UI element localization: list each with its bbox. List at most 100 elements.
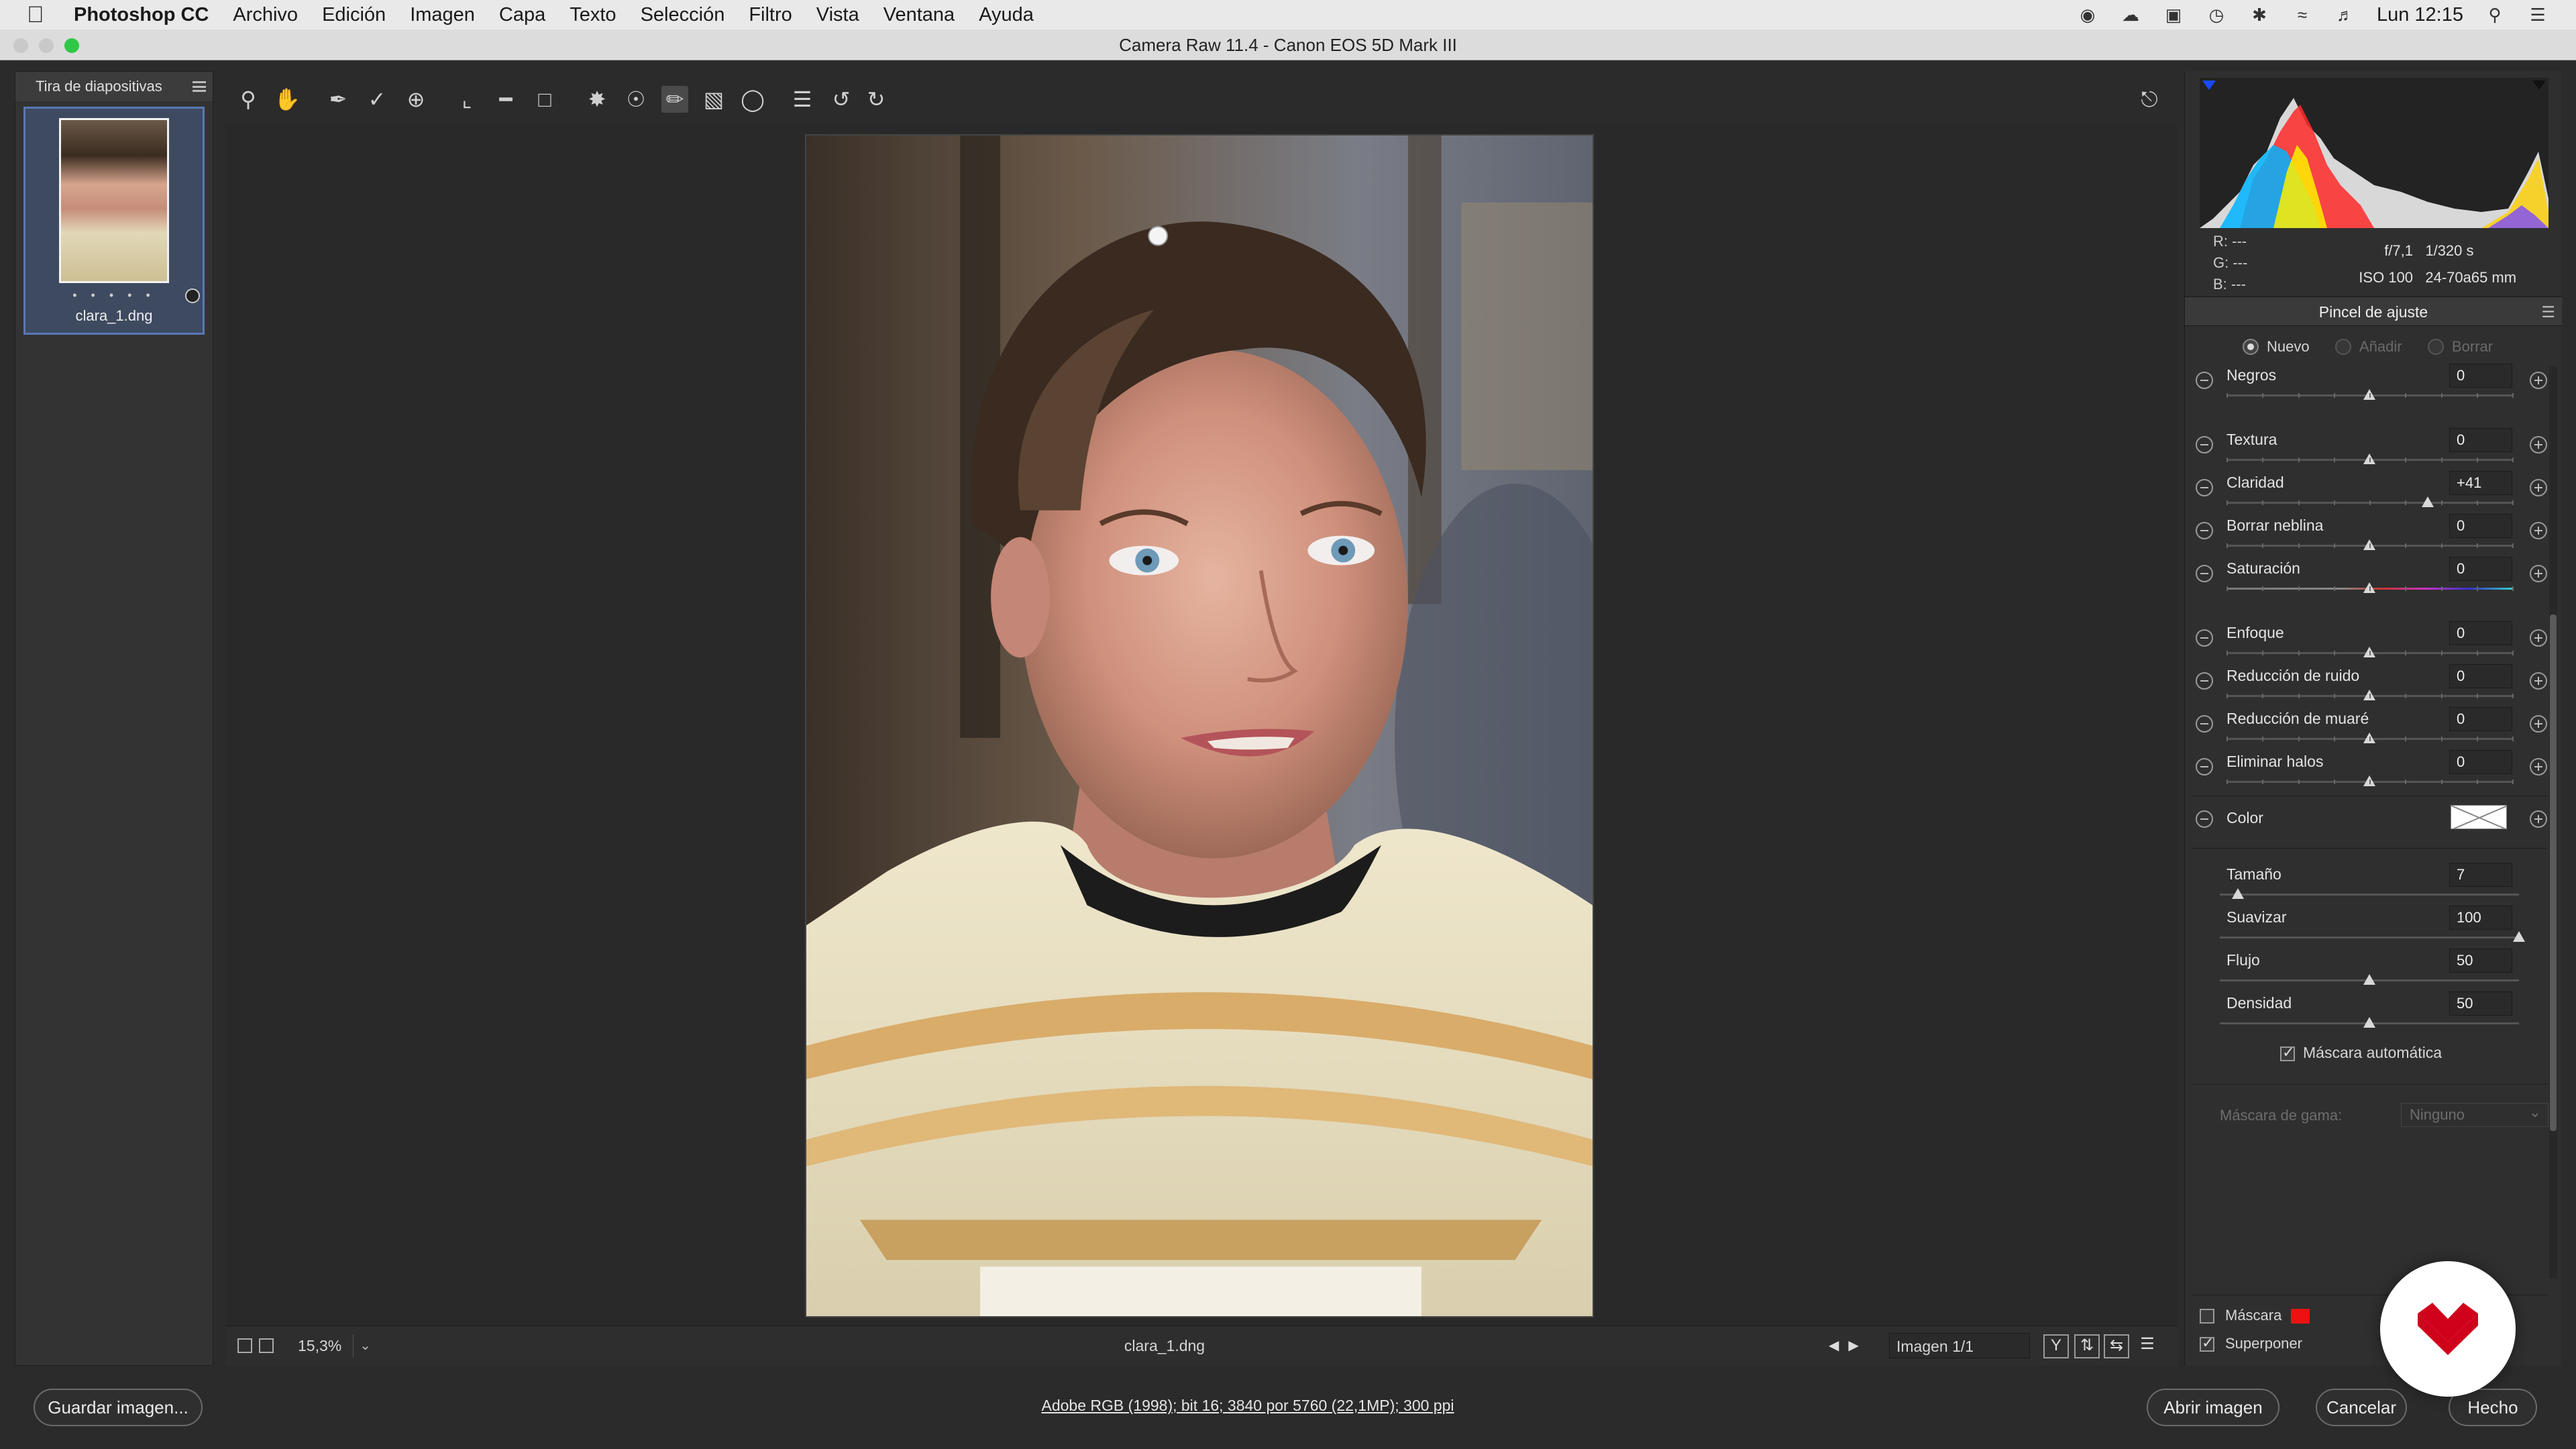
scrollbar-thumb[interactable] (2550, 614, 2557, 1131)
photo-preview[interactable] (805, 134, 1594, 1318)
auto-mask-checkbox[interactable] (2280, 1044, 2295, 1061)
slider-value-field[interactable]: 0 (2449, 750, 2512, 774)
image-preview-canvas[interactable] (225, 125, 2178, 1326)
open-image-button[interactable]: Abrir imagen (2147, 1389, 2279, 1426)
decrease-icon[interactable] (2196, 436, 2213, 453)
mode-new-radio[interactable]: Nuevo (2243, 338, 2310, 356)
spotlight-search-icon[interactable]: ⚲ (2483, 5, 2506, 24)
notification-center-icon[interactable]: ☰ (2526, 5, 2549, 24)
increase-icon[interactable] (2530, 672, 2547, 690)
zoom-tool-icon[interactable]: ⚲ (235, 86, 262, 113)
decrease-icon[interactable] (2196, 672, 2213, 690)
panel-scrollbar[interactable] (2549, 366, 2557, 1279)
image-nav-arrows-icon[interactable]: ◀▶ (1829, 1337, 1868, 1354)
rating-dots[interactable]: • • • • • (25, 288, 203, 303)
menu-imagen[interactable]: Imagen (410, 4, 475, 26)
menubar-clock[interactable]: Lun 12:15 (2377, 4, 2463, 26)
filmstrip-menu-icon[interactable] (193, 81, 206, 92)
decrease-icon[interactable] (2196, 372, 2213, 389)
color-sampler-tool-icon[interactable]: ✓ (364, 86, 390, 113)
decrease-icon[interactable] (2196, 629, 2213, 647)
brush-setting-track[interactable] (2220, 894, 2519, 896)
targeted-adjustment-tool-icon[interactable]: ⊕ (402, 86, 429, 113)
workflow-options-link[interactable]: Adobe RGB (1998); bit 16; 3840 por 5760 … (872, 1397, 1623, 1415)
slider-value-field[interactable]: 0 (2449, 707, 2512, 731)
adjustment-brush-tool-icon[interactable]: ✏ (661, 86, 688, 113)
increase-icon[interactable] (2530, 522, 2547, 539)
spot-removal-tool-icon[interactable]: ✸ (584, 86, 610, 113)
copy-settings-icon[interactable]: ⇆ (2104, 1334, 2129, 1358)
increase-icon[interactable] (2530, 715, 2547, 733)
slider-value-field[interactable]: +41 (2449, 471, 2512, 495)
menu-capa[interactable]: Capa (499, 4, 545, 26)
brush-setting-thumb[interactable] (2513, 931, 2525, 942)
red-eye-tool-icon[interactable]: ☉ (623, 86, 649, 113)
menu-ventana[interactable]: Ventana (883, 4, 955, 26)
menu-texto[interactable]: Texto (570, 4, 616, 26)
menu-archivo[interactable]: Archivo (233, 4, 298, 26)
mask-checkbox[interactable] (2200, 1309, 2214, 1324)
decrease-icon[interactable] (2196, 479, 2213, 496)
brush-setting-value-field[interactable]: 50 (2449, 949, 2512, 973)
filmstrip-thumbnail[interactable]: • • • • • clara_1.dng (23, 107, 205, 335)
mask-color-swatch[interactable] (2291, 1309, 2310, 1324)
decrease-icon[interactable] (2196, 715, 2213, 733)
white-balance-tool-icon[interactable]: ✒ (325, 86, 352, 113)
crop-tool-icon[interactable]: ⌞ (453, 86, 480, 113)
display-icon[interactable]: ▣ (2162, 5, 2185, 24)
color-swatch[interactable] (2451, 805, 2507, 829)
slider-value-field[interactable]: 0 (2449, 428, 2512, 452)
menu-vista[interactable]: Vista (816, 4, 859, 26)
brush-setting-value-field[interactable]: 50 (2449, 991, 2512, 1016)
swap-settings-icon[interactable]: ⇅ (2074, 1334, 2100, 1358)
brush-setting-thumb[interactable] (2363, 974, 2375, 985)
transform-tool-icon[interactable]: □ (531, 86, 558, 113)
increase-icon[interactable] (2530, 372, 2547, 389)
decrease-icon[interactable] (2196, 758, 2213, 775)
radial-filter-tool-icon[interactable]: ◯ (739, 86, 766, 113)
overlay-option[interactable]: Superponer (2200, 1334, 2302, 1352)
mask-option[interactable]: Máscara (2200, 1307, 2310, 1324)
range-mask-select[interactable]: Ninguno (2401, 1101, 2548, 1127)
overlay-checkbox[interactable] (2200, 1334, 2214, 1352)
menu-seleccion[interactable]: Selección (641, 4, 725, 26)
rotate-right-icon[interactable]: ↻ (863, 86, 890, 113)
straighten-tool-icon[interactable]: ━ (492, 86, 519, 113)
slider-thumb[interactable] (2422, 496, 2434, 507)
record-icon[interactable]: ◉ (2076, 5, 2099, 24)
creative-cloud-icon[interactable]: ☁ (2119, 5, 2142, 24)
increase-icon[interactable] (2530, 565, 2547, 582)
menu-app-name[interactable]: Photoshop CC (74, 4, 209, 26)
preferences-icon[interactable]: ☰ (789, 86, 816, 113)
wifi-icon[interactable]: ≈ (2291, 5, 2314, 24)
hand-tool-icon[interactable]: ✋ (274, 86, 301, 113)
time-machine-icon[interactable]: ◷ (2205, 5, 2228, 24)
slider-value-field[interactable]: 0 (2449, 557, 2512, 581)
zoom-dropdown-icon[interactable]: ⌄ (353, 1334, 377, 1357)
slider-value-field[interactable]: 0 (2449, 621, 2512, 645)
color-decrease-icon[interactable] (2196, 810, 2213, 828)
brush-setting-track[interactable] (2220, 936, 2519, 938)
fullscreen-toggle-icon[interactable]: ⎋ (2136, 86, 2163, 113)
slider-value-field[interactable]: 0 (2449, 514, 2512, 538)
decrease-icon[interactable] (2196, 522, 2213, 539)
slider-value-field[interactable]: 0 (2449, 364, 2512, 388)
before-after-toggle-button[interactable]: Y (2043, 1334, 2069, 1358)
mode-erase-radio[interactable]: Borrar (2428, 338, 2493, 356)
decrease-icon[interactable] (2196, 565, 2213, 582)
toggle-settings-icon[interactable]: ☰ (2135, 1334, 2160, 1358)
apple-menu-icon[interactable]:  (27, 2, 54, 28)
brush-setting-value-field[interactable]: 7 (2449, 863, 2512, 887)
menu-filtro[interactable]: Filtro (749, 4, 792, 26)
brush-setting-thumb[interactable] (2231, 888, 2244, 899)
brush-setting-thumb[interactable] (2363, 1017, 2375, 1028)
zoom-out-icon[interactable] (237, 1338, 252, 1353)
zoom-in-icon[interactable] (259, 1338, 274, 1353)
graduated-filter-tool-icon[interactable]: ▧ (700, 86, 727, 113)
bluetooth-icon[interactable]: ✱ (2248, 5, 2271, 24)
save-image-button[interactable]: Guardar imagen... (34, 1389, 203, 1426)
brush-setting-value-field[interactable]: 100 (2449, 906, 2512, 930)
color-increase-icon[interactable] (2530, 810, 2547, 828)
increase-icon[interactable] (2530, 479, 2547, 496)
zoom-level[interactable]: 15,3% (298, 1337, 341, 1355)
